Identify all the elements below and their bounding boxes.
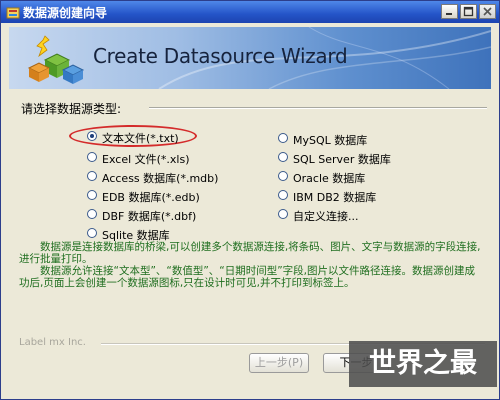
radio-label: Oracle 数据库	[293, 172, 366, 185]
radio-label: 文本文件(*.txt)	[102, 132, 179, 145]
wizard-banner: Create Datasource Wizard	[9, 27, 491, 89]
description-paragraph: 数据源是连接数据库的桥梁,可以创建多个数据源连接,将条码、图片、文字与数据源的字…	[19, 241, 481, 265]
database-cubes-icon	[27, 35, 85, 84]
radio-label: Access 数据库(*.mdb)	[102, 172, 219, 185]
minimize-button[interactable]	[441, 4, 458, 19]
radio-dot[interactable]	[278, 152, 288, 162]
prev-button[interactable]: 上一步(P)	[249, 353, 309, 373]
radio-label: DBF 数据库(*.dbf)	[102, 210, 197, 223]
radio-dot[interactable]	[87, 228, 97, 238]
watermark-overlay: 世界之最	[349, 341, 497, 387]
radio-dot[interactable]	[87, 171, 97, 181]
radio-label: 自定义连接...	[293, 210, 359, 223]
radio-dot[interactable]	[278, 133, 288, 143]
radio-dot[interactable]	[87, 152, 97, 162]
radio-dot[interactable]	[87, 131, 97, 141]
wizard-window: 数据源创建向导 Create Datasource Wizard 请选择数据源类…	[0, 0, 500, 400]
radio-dot[interactable]	[278, 190, 288, 200]
datasource-type-label: 请选择数据源类型:	[21, 102, 122, 116]
title-bar[interactable]: 数据源创建向导	[1, 1, 499, 23]
description-text: 数据源是连接数据库的桥梁,可以创建多个数据源连接,将条码、图片、文字与数据源的字…	[19, 241, 483, 289]
window-title: 数据源创建向导	[23, 6, 108, 20]
description-paragraph: 数据源允许连接“文本型”、“数值型”、“日期时间型”字段,图片以文件路径连接。数…	[19, 265, 475, 289]
maximize-button[interactable]	[460, 4, 477, 19]
group-divider	[149, 107, 487, 109]
brand-label: Label mx Inc.	[19, 337, 86, 348]
banner-title: Create Datasource Wizard	[93, 44, 348, 68]
radio-label: Excel 文件(*.xls)	[102, 153, 190, 166]
radio-dot[interactable]	[278, 171, 288, 181]
radio-dot[interactable]	[87, 209, 97, 219]
radio-dot[interactable]	[87, 190, 97, 200]
radio-label: SQL Server 数据库	[293, 153, 391, 166]
radio-dot[interactable]	[278, 209, 288, 219]
app-icon	[6, 5, 20, 19]
close-button[interactable]	[479, 4, 496, 19]
radio-label: IBM DB2 数据库	[293, 191, 377, 204]
radio-label: EDB 数据库(*.edb)	[102, 191, 200, 204]
radio-label: MySQL 数据库	[293, 134, 368, 147]
